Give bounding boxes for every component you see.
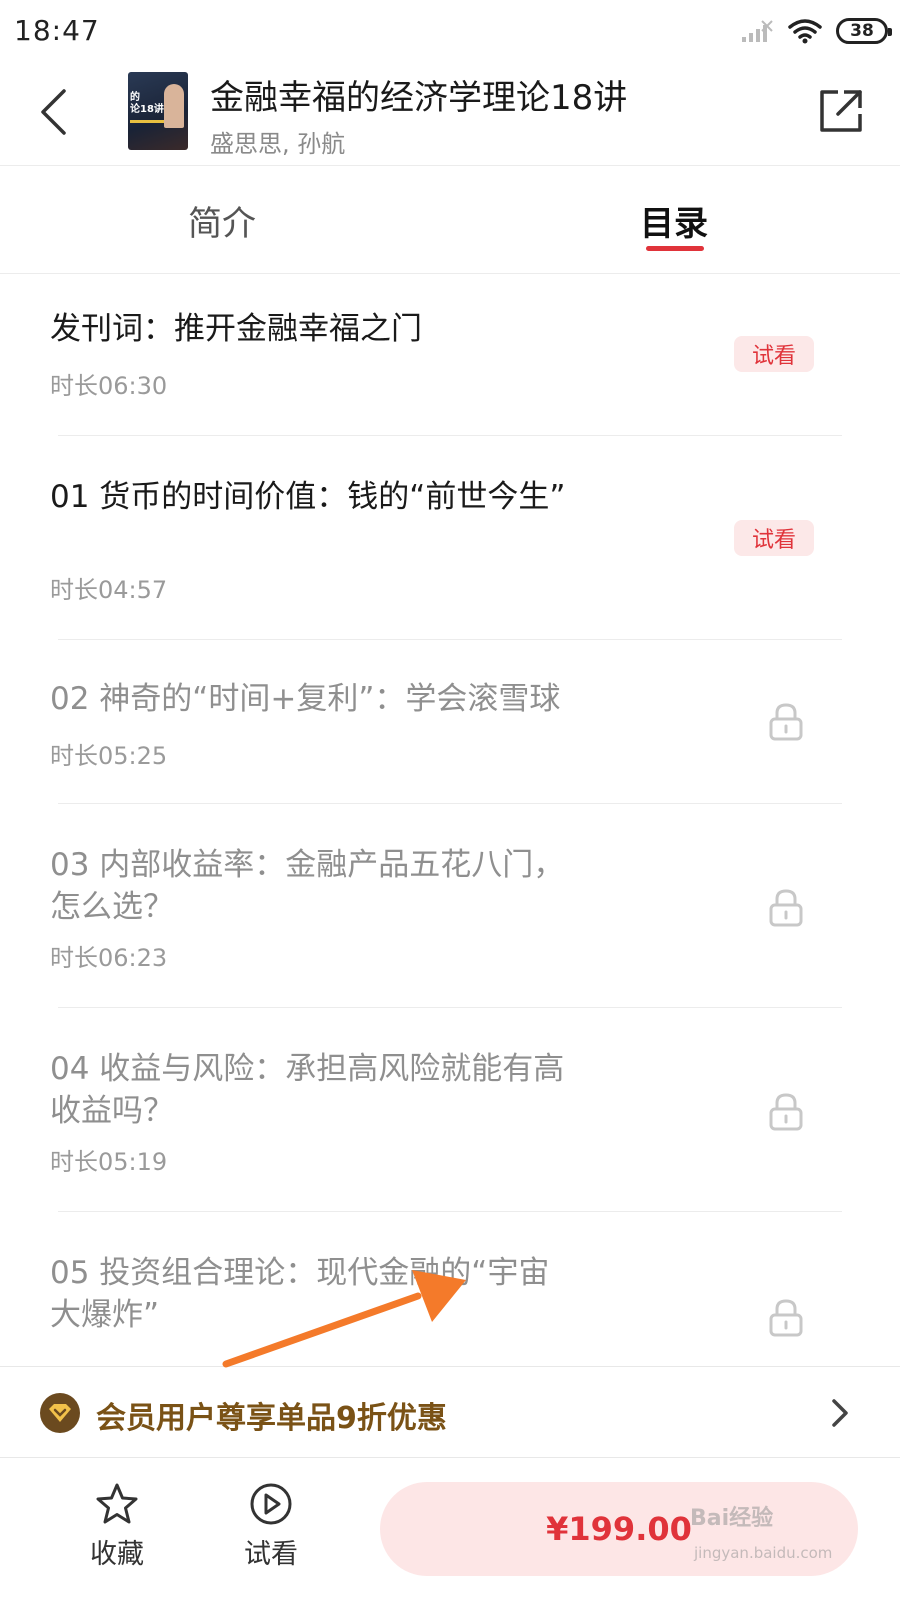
vip-diamond-icon [40, 1393, 80, 1433]
watermark-logo: Bai经验 [690, 1506, 774, 1531]
course-header: 的 论18讲 金融幸福的经济学理论18讲 盛思思, 孙航 [0, 62, 900, 166]
star-icon [96, 1483, 138, 1524]
lesson-title: 02 神奇的“时间+复利”：学会滚雪球 [50, 681, 561, 717]
lock-icon [769, 703, 803, 741]
signal-bars-icon [742, 20, 773, 42]
watermark-url: jingyan.baidu.com [694, 1544, 833, 1562]
play-circle-icon [250, 1483, 292, 1525]
battery-level: 38 [850, 21, 874, 41]
wifi-icon [788, 19, 822, 44]
lesson-row[interactable]: 02 神奇的“时间+复利”：学会滚雪球 时长05:25 [0, 640, 900, 804]
favorite-label: 收藏 [90, 1539, 144, 1570]
trial-badge: 试看 [734, 520, 814, 556]
lesson-title: 05 投资组合理论：现代金融的“宇宙大爆炸” [50, 1255, 550, 1333]
member-discount-text: 会员用户尊享单品9折优惠 [96, 1401, 447, 1436]
share-button[interactable] [816, 86, 866, 136]
lesson-duration: 时长06:23 [50, 944, 168, 972]
price-label: ¥199.00 [546, 1510, 692, 1548]
battery-indicator: 38 [836, 18, 892, 44]
lesson-list: 发刊词：推开金融幸福之门 时长06:30 试看 01 货币的时间价值：钱的“前世… [0, 274, 900, 1366]
course-cover-image: 的 论18讲 [128, 72, 188, 150]
status-indicators: 38 [740, 14, 892, 48]
lesson-duration: 时长04:57 [50, 576, 168, 604]
lesson-title: 发刊词：推开金融幸福之门 [50, 311, 422, 347]
lock-icon [769, 1299, 803, 1337]
chevron-right-icon [832, 1399, 848, 1427]
trial-badge: 试看 [734, 336, 814, 372]
cover-stripe [130, 120, 164, 123]
trial-label: 试看 [244, 1539, 298, 1570]
lesson-duration: 时长05:19 [50, 1148, 168, 1176]
lesson-title: 01 货币的时间价值：钱的“前世今生” [50, 479, 566, 515]
lesson-title: 03 内部收益率：金融产品五花八门，怎么选？ [50, 847, 565, 925]
course-title: 金融幸福的经济学理论18讲 [210, 78, 628, 118]
lesson-row[interactable]: 04 收益与风险：承担高风险就能有高收益吗？ 时长05:19 [0, 1008, 900, 1212]
tab-catalog[interactable]: 目录 [640, 196, 708, 245]
active-tab-indicator [646, 246, 704, 251]
favorite-button[interactable]: 收藏 [62, 1482, 172, 1582]
course-authors: 盛思思, 孙航 [210, 130, 346, 158]
lesson-duration: 时长05:25 [50, 742, 168, 770]
tab-intro[interactable]: 简介 [188, 196, 256, 245]
member-discount-bar[interactable]: 会员用户尊享单品9折优惠 [0, 1366, 900, 1458]
chevron-left-icon [41, 89, 66, 135]
share-external-icon [820, 90, 862, 132]
lock-icon [769, 1093, 803, 1131]
course-tabs: 简介 目录 [0, 166, 900, 274]
lesson-title: 04 收益与风险：承担高风险就能有高收益吗？ [50, 1051, 565, 1129]
lesson-row[interactable]: 01 货币的时间价值：钱的“前世今生” 时长04:57 试看 [0, 436, 900, 640]
lesson-row[interactable]: 03 内部收益率：金融产品五花八门，怎么选？ 时长06:23 [0, 804, 900, 1008]
status-bar: 18:47 38 [0, 0, 900, 62]
lesson-row[interactable]: 发刊词：推开金融幸福之门 时长06:30 试看 [0, 274, 900, 436]
lock-icon [769, 889, 803, 927]
lesson-row[interactable]: 05 投资组合理论：现代金融的“宇宙大爆炸” [0, 1212, 900, 1366]
cover-text: 的 论18讲 [130, 92, 164, 115]
trial-button[interactable]: 试看 [216, 1482, 326, 1582]
status-time: 18:47 [14, 14, 100, 47]
cover-portrait [164, 84, 184, 128]
lesson-duration: 时长06:30 [50, 372, 168, 400]
back-button[interactable] [28, 84, 78, 140]
